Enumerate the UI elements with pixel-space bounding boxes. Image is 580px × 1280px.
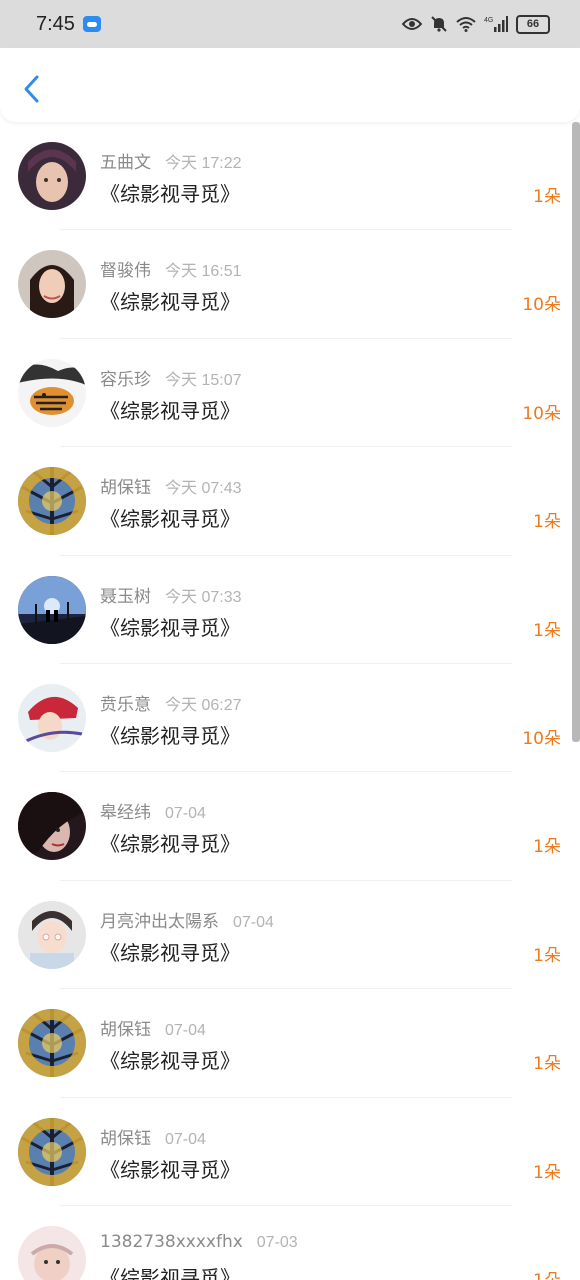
- flower-amount: 10朵: [522, 295, 561, 316]
- reward-list-item[interactable]: 督骏伟 今天 16:51 《综影视寻觅》 10朵: [0, 230, 572, 339]
- user-avatar[interactable]: [18, 575, 86, 644]
- user-name[interactable]: 1382738xxxxfhx: [100, 1232, 243, 1252]
- flower-amount: 10朵: [522, 403, 561, 424]
- user-name[interactable]: 皋经纬: [100, 803, 151, 823]
- svg-text:4G: 4G: [484, 17, 493, 24]
- mute-bell-icon: [430, 15, 448, 33]
- work-title[interactable]: 《综影视寻觅》: [100, 1154, 240, 1183]
- reward-time: 今天 17:22: [165, 155, 242, 172]
- user-name[interactable]: 胡保钰: [100, 1020, 151, 1040]
- user-info: 容乐珍 今天 15:07: [100, 365, 242, 390]
- user-avatar[interactable]: [18, 358, 86, 427]
- eye-icon: [402, 17, 422, 31]
- flower-amount: 1朵: [533, 1054, 561, 1075]
- status-time: 7:45: [36, 12, 75, 35]
- work-title[interactable]: 《综影视寻觅》: [100, 395, 240, 424]
- user-info: 月亮沖出太陽系 07-04: [100, 907, 274, 932]
- user-avatar[interactable]: [18, 467, 86, 536]
- reward-list-item[interactable]: 皋经纬 07-04 《综影视寻觅》 1朵: [0, 772, 572, 881]
- user-avatar[interactable]: [18, 142, 86, 210]
- work-title[interactable]: 《综影视寻觅》: [100, 937, 240, 966]
- work-title[interactable]: 《综影视寻觅》: [100, 720, 240, 749]
- user-info: 1382738xxxxfhx 07-03: [100, 1232, 298, 1252]
- user-avatar[interactable]: [18, 250, 86, 319]
- work-title[interactable]: 《综影视寻觅》: [100, 1262, 240, 1280]
- user-name[interactable]: 月亮沖出太陽系: [100, 912, 219, 932]
- reward-list-item[interactable]: 胡保钰 07-04 《综影视寻觅》 1朵: [0, 989, 572, 1098]
- reward-time: 今天 15:07: [165, 371, 242, 389]
- user-name[interactable]: 胡保钰: [100, 478, 151, 498]
- user-info: 胡保钰 07-04: [100, 1015, 206, 1040]
- reward-list-item[interactable]: 胡保钰 07-04 《综影视寻觅》 1朵: [0, 1098, 572, 1206]
- user-name[interactable]: 五曲文: [100, 153, 151, 173]
- user-name[interactable]: 容乐珍: [100, 370, 151, 390]
- user-info: 胡保钰 07-04: [100, 1124, 206, 1149]
- reward-list: 五曲文 今天 17:22 《综影视寻觅》 1朵 督骏伟 今天 16:51 《综影视寻…: [0, 122, 572, 1280]
- user-info: 胡保钰 今天 07:43: [100, 473, 242, 498]
- flower-amount: 1朵: [533, 837, 561, 858]
- work-title[interactable]: 《综影视寻觅》: [100, 612, 240, 641]
- user-name[interactable]: 胡保钰: [100, 1129, 151, 1149]
- user-name[interactable]: 督骏伟: [100, 261, 151, 281]
- flower-amount: 10朵: [522, 728, 561, 749]
- scrollbar[interactable]: [572, 122, 580, 742]
- user-name[interactable]: 贲乐意: [100, 695, 151, 715]
- flower-amount: 1朵: [533, 1162, 561, 1183]
- reward-list-item[interactable]: 贲乐意 今天 06:27 《综影视寻觅》 10朵: [0, 664, 572, 773]
- user-avatar[interactable]: [18, 900, 86, 969]
- flower-amount: 1朵: [533, 187, 561, 207]
- user-info: 皋经纬 07-04: [100, 798, 206, 823]
- work-title[interactable]: 《综影视寻觅》: [100, 503, 240, 532]
- reward-list-item[interactable]: 月亮沖出太陽系 07-04 《综影视寻觅》 1朵: [0, 881, 572, 990]
- user-avatar[interactable]: [18, 1225, 86, 1280]
- wifi-icon: [456, 16, 476, 32]
- reward-time: 今天 07:33: [165, 588, 242, 606]
- cloud-icon: [82, 16, 101, 32]
- reward-list-item[interactable]: 五曲文 今天 17:22 《综影视寻觅》 1朵: [0, 122, 572, 231]
- work-title[interactable]: 《综影视寻觅》: [100, 178, 240, 207]
- top-bar: [0, 48, 580, 122]
- user-info: 督骏伟 今天 16:51: [100, 256, 242, 281]
- reward-list-item[interactable]: 胡保钰 今天 07:43 《综影视寻觅》 1朵: [0, 447, 572, 556]
- battery-indicator: 66: [516, 14, 550, 34]
- reward-time: 07-04: [165, 805, 206, 823]
- back-arrow-icon[interactable]: [20, 74, 44, 104]
- reward-time: 07-03: [256, 1233, 298, 1251]
- reward-time: 今天 16:51: [165, 263, 242, 281]
- flower-amount: 1朵: [533, 512, 561, 533]
- work-title[interactable]: 《综影视寻觅》: [100, 286, 240, 315]
- user-info: 贲乐意 今天 06:27: [100, 690, 242, 715]
- reward-time: 07-04: [165, 1130, 206, 1148]
- reward-list-item[interactable]: 容乐珍 今天 15:07 《综影视寻觅》 10朵: [0, 339, 572, 448]
- user-info: 聂玉树 今天 07:33: [100, 582, 242, 607]
- flower-amount: 1朵: [533, 1266, 561, 1280]
- reward-time: 今天 06:27: [165, 696, 242, 714]
- status-icons: 4G 66: [402, 14, 550, 34]
- reward-time: 07-04: [233, 913, 274, 931]
- work-title[interactable]: 《综影视寻觅》: [100, 1045, 240, 1074]
- reward-time: 今天 07:43: [165, 480, 242, 498]
- status-bar: 7:45 4G 66: [0, 0, 580, 48]
- user-avatar[interactable]: [18, 683, 86, 752]
- flower-amount: 1朵: [533, 945, 561, 966]
- user-avatar[interactable]: [18, 1009, 86, 1078]
- flower-amount: 1朵: [533, 620, 561, 641]
- reward-time: 07-04: [165, 1022, 206, 1040]
- reward-list-item[interactable]: 聂玉树 今天 07:33 《综影视寻觅》 1朵: [0, 556, 572, 664]
- user-avatar[interactable]: [18, 1117, 86, 1186]
- user-avatar[interactable]: [18, 792, 86, 861]
- signal-4g-icon: 4G: [484, 15, 508, 33]
- user-info: 五曲文 今天 17:22: [100, 148, 242, 173]
- work-title[interactable]: 《综影视寻觅》: [100, 828, 240, 857]
- user-name[interactable]: 聂玉树: [100, 587, 151, 607]
- reward-list-item[interactable]: 1382738xxxxfhx 07-03 《综影视寻觅》 1朵: [0, 1206, 572, 1280]
